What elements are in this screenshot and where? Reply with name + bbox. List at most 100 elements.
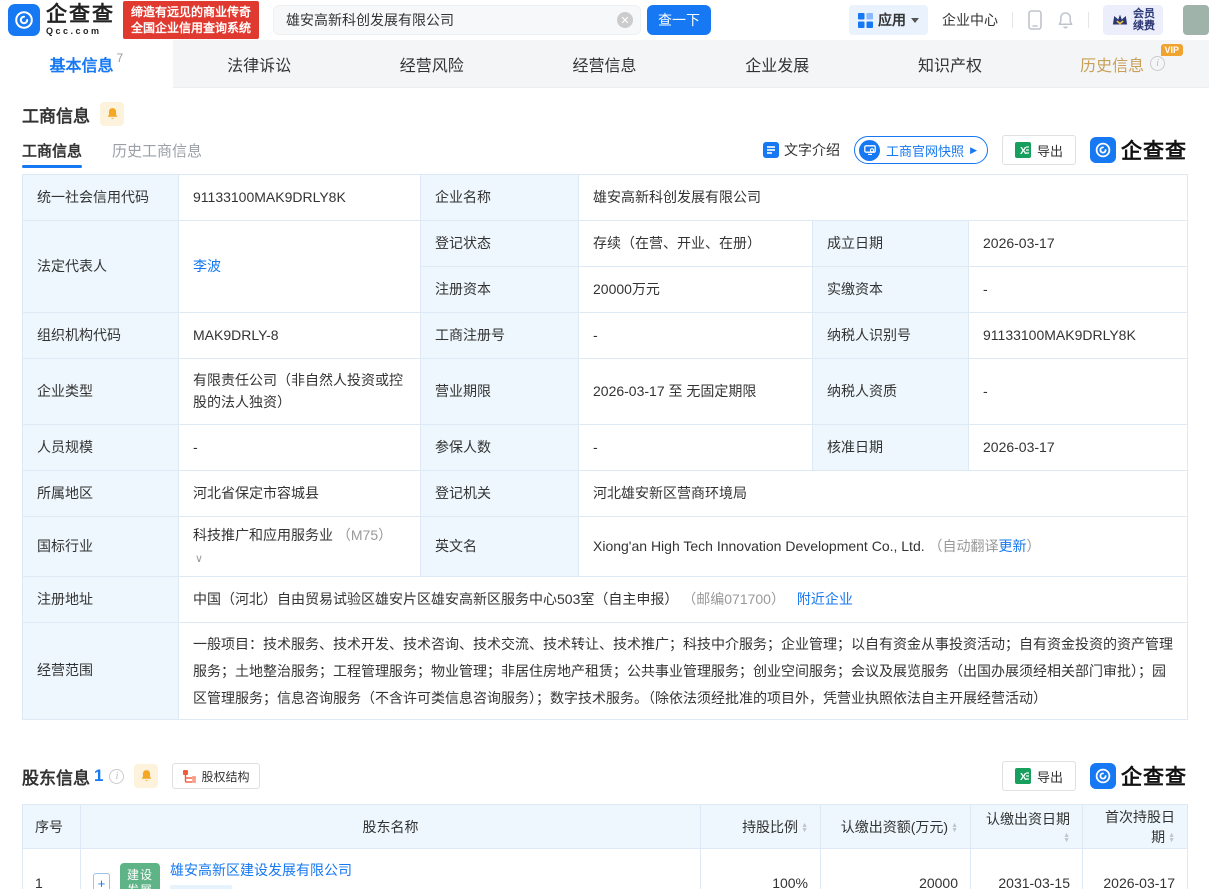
- sort-icon[interactable]: ▲▼: [1063, 833, 1070, 843]
- field-value: 2026-03-17: [969, 221, 1188, 267]
- export-button[interactable]: X 导出: [1002, 135, 1076, 165]
- field-label: 实缴资本: [813, 267, 969, 313]
- excel-icon: X: [1015, 768, 1031, 784]
- official-snapshot-button[interactable]: 工商官网快照 ▶: [854, 136, 988, 164]
- shareholders-count: 1: [94, 766, 103, 786]
- field-value: 存续（在营、开业、在册）: [579, 221, 813, 267]
- amount-value: 20000: [821, 849, 971, 889]
- tab-history-info[interactable]: VIP 历史信息 i: [1036, 40, 1209, 87]
- svg-text:X: X: [1020, 146, 1027, 157]
- field-value: -: [969, 267, 1188, 313]
- qcc-logo[interactable]: 企查查 Qcc.com: [8, 4, 115, 36]
- legal-rep-cell: 李波: [179, 221, 421, 313]
- subscribe-bell-icon[interactable]: [100, 102, 124, 126]
- expand-row-button[interactable]: +: [93, 873, 110, 889]
- qcc-logo-icon: [1090, 763, 1116, 789]
- tab-count: 7: [117, 51, 124, 65]
- qcc-logo-icon: [1090, 137, 1116, 163]
- tab-operation-risk[interactable]: 经营风险: [345, 40, 518, 87]
- shareholders-table: 序号 股东名称 持股比例▲▼ 认缴出资额(万元)▲▼ 认缴出资日期▲▼ 首次持股…: [22, 804, 1188, 889]
- field-label: 国标行业: [23, 517, 179, 577]
- tab-company-development[interactable]: 企业发展: [691, 40, 864, 87]
- business-scope-cell: 一般项目：技术服务、技术开发、技术咨询、技术交流、技术转让、技术推广；科技中介服…: [179, 623, 1188, 720]
- qcc-logo-icon: [8, 4, 40, 36]
- field-label: 核准日期: [813, 425, 969, 471]
- vip-renew-button[interactable]: 会员 续费: [1103, 5, 1163, 35]
- field-label: 法定代表人: [23, 221, 179, 313]
- subtab-history-business-info[interactable]: 历史工商信息: [112, 128, 202, 172]
- info-icon: i: [109, 769, 124, 784]
- field-label: 经营范围: [23, 623, 179, 720]
- excel-icon: X: [1015, 142, 1031, 158]
- chevron-down-icon[interactable]: ∨: [195, 553, 203, 565]
- col-first-date[interactable]: 首次持股日期▲▼: [1083, 805, 1188, 849]
- update-translation-link[interactable]: 更新: [999, 538, 1027, 554]
- field-value: -: [969, 359, 1188, 425]
- field-label: 营业期限: [421, 359, 579, 425]
- field-label: 英文名: [421, 517, 579, 577]
- equity-structure-button[interactable]: 股权结构: [172, 763, 260, 789]
- field-value: 2026-03-17: [969, 425, 1188, 471]
- field-value: -: [579, 425, 813, 471]
- qcc-watermark-brand: 企查查: [1090, 761, 1187, 791]
- main-tab-bar: 基本信息 7 法律诉讼 经营风险 经营信息 企业发展 知识产权 VIP 历史信息…: [0, 40, 1209, 88]
- field-label: 登记机关: [421, 471, 579, 517]
- sort-icon[interactable]: ▲▼: [801, 823, 808, 833]
- shareholders-title: 股东信息: [22, 764, 90, 789]
- field-label: 登记状态: [421, 221, 579, 267]
- field-label: 人员规模: [23, 425, 179, 471]
- sort-icon[interactable]: ▲▼: [951, 823, 958, 833]
- enterprise-center-link[interactable]: 企业中心: [942, 10, 998, 30]
- search-input[interactable]: [273, 5, 641, 35]
- field-label: 纳税人识别号: [813, 313, 969, 359]
- table-header-row: 序号 股东名称 持股比例▲▼ 认缴出资额(万元)▲▼ 认缴出资日期▲▼ 首次持股…: [23, 805, 1188, 849]
- export-button[interactable]: X 导出: [1002, 761, 1076, 791]
- sort-icon[interactable]: ▲▼: [1168, 833, 1175, 843]
- col-amount[interactable]: 认缴出资额(万元)▲▼: [821, 805, 971, 849]
- field-value: 91133100MAK9DRLY8K: [969, 313, 1188, 359]
- business-info-title: 工商信息: [22, 102, 90, 127]
- org-chart-icon: [183, 770, 196, 783]
- crown-icon: [1111, 12, 1129, 28]
- clear-search-icon[interactable]: ✕: [617, 12, 633, 28]
- industry-cell: 科技推广和应用服务业 （M75） ∨: [179, 517, 421, 577]
- qcc-watermark-brand: 企查查: [1090, 135, 1187, 165]
- logo-text: 企查查: [46, 4, 115, 25]
- search-button[interactable]: 查一下: [647, 5, 711, 35]
- shareholder-name-link[interactable]: 雄安高新区建设发展有限公司: [170, 860, 352, 880]
- subscribe-bell-icon[interactable]: [134, 764, 158, 788]
- field-value: 雄安高新科创发展有限公司: [579, 175, 1188, 221]
- snapshot-icon: [859, 140, 880, 161]
- field-label: 工商注册号: [421, 313, 579, 359]
- col-ratio[interactable]: 持股比例▲▼: [701, 805, 821, 849]
- slogan-badge: 缔造有远见的商业传奇 全国企业信用查询系统: [123, 1, 259, 39]
- tab-intellectual-property[interactable]: 知识产权: [864, 40, 1037, 87]
- apps-menu[interactable]: 应用: [849, 5, 928, 35]
- table-row: 1 + 建设 发展 雄安高新区建设发展有限公司 国有企业 100% 20000 …: [23, 849, 1188, 889]
- business-info-table: 统一社会信用代码 91133100MAK9DRLY8K 企业名称 雄安高新科创发…: [22, 174, 1188, 720]
- col-sub-date[interactable]: 认缴出资日期▲▼: [971, 805, 1083, 849]
- tab-operation-info[interactable]: 经营信息: [518, 40, 691, 87]
- user-avatar[interactable]: [1183, 5, 1209, 35]
- mobile-app-icon[interactable]: [1027, 10, 1043, 30]
- field-label: 参保人数: [421, 425, 579, 471]
- document-icon: [763, 142, 779, 158]
- legal-rep-link[interactable]: 李波: [193, 258, 221, 274]
- field-label: 组织机构代码: [23, 313, 179, 359]
- row-no: 1: [23, 849, 81, 889]
- field-label: 纳税人资质: [813, 359, 969, 425]
- text-intro-button[interactable]: 文字介绍: [763, 140, 840, 160]
- sub-date-value: 2031-03-15: [971, 849, 1083, 889]
- subtab-business-info[interactable]: 工商信息: [22, 128, 82, 172]
- field-value: 2026-03-17 至 无固定期限: [579, 359, 813, 425]
- tab-legal-litigation[interactable]: 法律诉讼: [173, 40, 346, 87]
- notification-bell-icon[interactable]: [1057, 11, 1074, 30]
- shareholder-avatar: 建设 发展: [120, 863, 160, 889]
- field-label: 成立日期: [813, 221, 969, 267]
- info-icon: i: [1150, 56, 1165, 71]
- col-no: 序号: [23, 805, 81, 849]
- svg-text:X: X: [1020, 772, 1027, 783]
- tab-basic-info[interactable]: 基本信息 7: [0, 40, 173, 88]
- nearby-companies-link[interactable]: 附近企业: [797, 591, 853, 607]
- field-value: -: [579, 313, 813, 359]
